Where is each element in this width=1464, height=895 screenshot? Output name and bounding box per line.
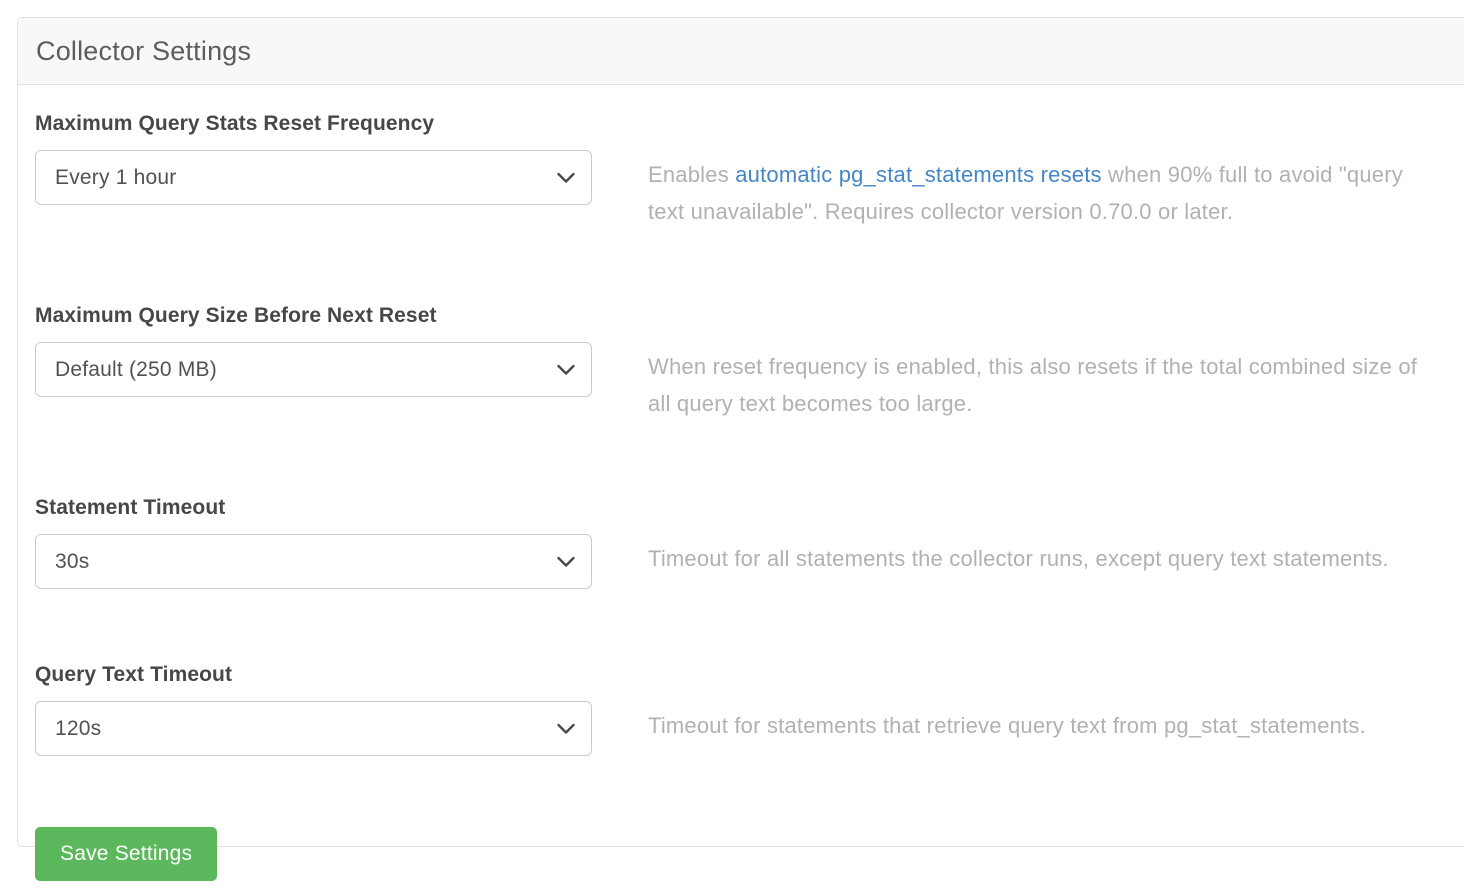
- statement-timeout-selected-value: 30s: [55, 549, 90, 573]
- setting-row-max-query-size: Maximum Query Size Before Next Reset Def…: [35, 304, 1464, 422]
- statement-timeout-select[interactable]: 30s: [35, 534, 592, 589]
- reset-frequency-selected-value: Every 1 hour: [55, 165, 177, 189]
- chevron-down-icon: [557, 172, 575, 183]
- field-label-query-text-timeout: Query Text Timeout: [35, 663, 233, 686]
- card-body: Maximum Query Stats Reset Frequency Ever…: [18, 85, 1464, 895]
- description-text: When reset frequency is enabled, this al…: [648, 354, 1418, 416]
- chevron-down-icon: [557, 364, 575, 375]
- field-description: Enables automatic pg_stat_statements res…: [648, 112, 1440, 230]
- pg-stat-statements-resets-link[interactable]: automatic pg_stat_statements resets: [735, 162, 1102, 187]
- control-column: Query Text Timeout 120s: [35, 663, 592, 756]
- card-header: Collector Settings: [18, 18, 1464, 85]
- description-text: Timeout for all statements the collector…: [648, 546, 1389, 571]
- collector-settings-card: Collector Settings Maximum Query Stats R…: [17, 17, 1464, 881]
- field-description: Timeout for all statements the collector…: [648, 496, 1440, 577]
- description-text: Enables: [648, 162, 736, 187]
- field-label-reset-frequency: Maximum Query Stats Reset Frequency: [35, 112, 435, 135]
- field-description: When reset frequency is enabled, this al…: [648, 304, 1440, 422]
- field-label-statement-timeout: Statement Timeout: [35, 496, 226, 519]
- control-column: Maximum Query Size Before Next Reset Def…: [35, 304, 592, 397]
- control-column: Statement Timeout 30s: [35, 496, 592, 589]
- description-text: Timeout for statements that retrieve que…: [648, 713, 1366, 738]
- field-label-max-query-size: Maximum Query Size Before Next Reset: [35, 304, 437, 327]
- setting-row-query-text-timeout: Query Text Timeout 120s Timeout for stat…: [35, 663, 1464, 756]
- save-settings-button[interactable]: Save Settings: [35, 827, 218, 881]
- field-description: Timeout for statements that retrieve que…: [648, 663, 1440, 744]
- max-query-size-select[interactable]: Default (250 MB): [35, 342, 592, 397]
- chevron-down-icon: [557, 723, 575, 734]
- max-query-size-selected-value: Default (250 MB): [55, 357, 217, 381]
- query-text-timeout-selected-value: 120s: [55, 716, 102, 740]
- setting-row-reset-frequency: Maximum Query Stats Reset Frequency Ever…: [35, 112, 1464, 230]
- setting-row-statement-timeout: Statement Timeout 30s Timeout for all st…: [35, 496, 1464, 589]
- chevron-down-icon: [557, 556, 575, 567]
- query-text-timeout-select[interactable]: 120s: [35, 701, 592, 756]
- page-title: Collector Settings: [36, 35, 252, 66]
- control-column: Maximum Query Stats Reset Frequency Ever…: [35, 112, 592, 205]
- reset-frequency-select[interactable]: Every 1 hour: [35, 150, 592, 205]
